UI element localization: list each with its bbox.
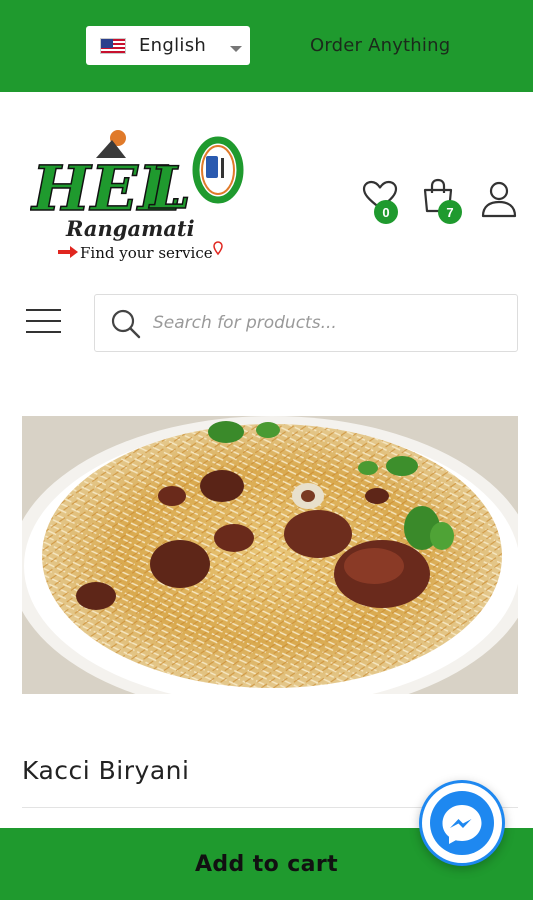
account-button[interactable] — [480, 180, 520, 220]
order-anything-link[interactable]: Order Anything — [310, 35, 450, 56]
svg-text:L: L — [148, 154, 191, 222]
chevron-down-icon — [230, 46, 242, 52]
wishlist-button[interactable]: 0 — [362, 180, 402, 224]
logo-tagline: Find your service — [80, 244, 213, 262]
menu-icon[interactable] — [26, 306, 62, 336]
cart-button[interactable]: 7 — [420, 178, 464, 224]
product-title: Kacci Biryani — [22, 756, 190, 785]
wishlist-count-badge: 0 — [374, 200, 398, 224]
language-select[interactable]: English — [86, 26, 250, 65]
user-icon — [481, 181, 517, 218]
search-input[interactable] — [153, 305, 508, 341]
messenger-icon — [422, 783, 502, 863]
search-icon[interactable] — [111, 309, 141, 339]
cart-count-badge: 7 — [438, 200, 462, 224]
site-logo[interactable]: HEL L Rangamati Find your service — [29, 128, 245, 263]
us-flag-icon — [100, 37, 126, 54]
logo-subtitle: Rangamati — [65, 216, 195, 241]
language-label: English — [139, 35, 207, 56]
product-image[interactable] — [22, 416, 518, 694]
messenger-chat-button[interactable] — [419, 780, 505, 866]
top-bar: English Order Anything — [0, 0, 533, 92]
search-box — [94, 294, 518, 352]
